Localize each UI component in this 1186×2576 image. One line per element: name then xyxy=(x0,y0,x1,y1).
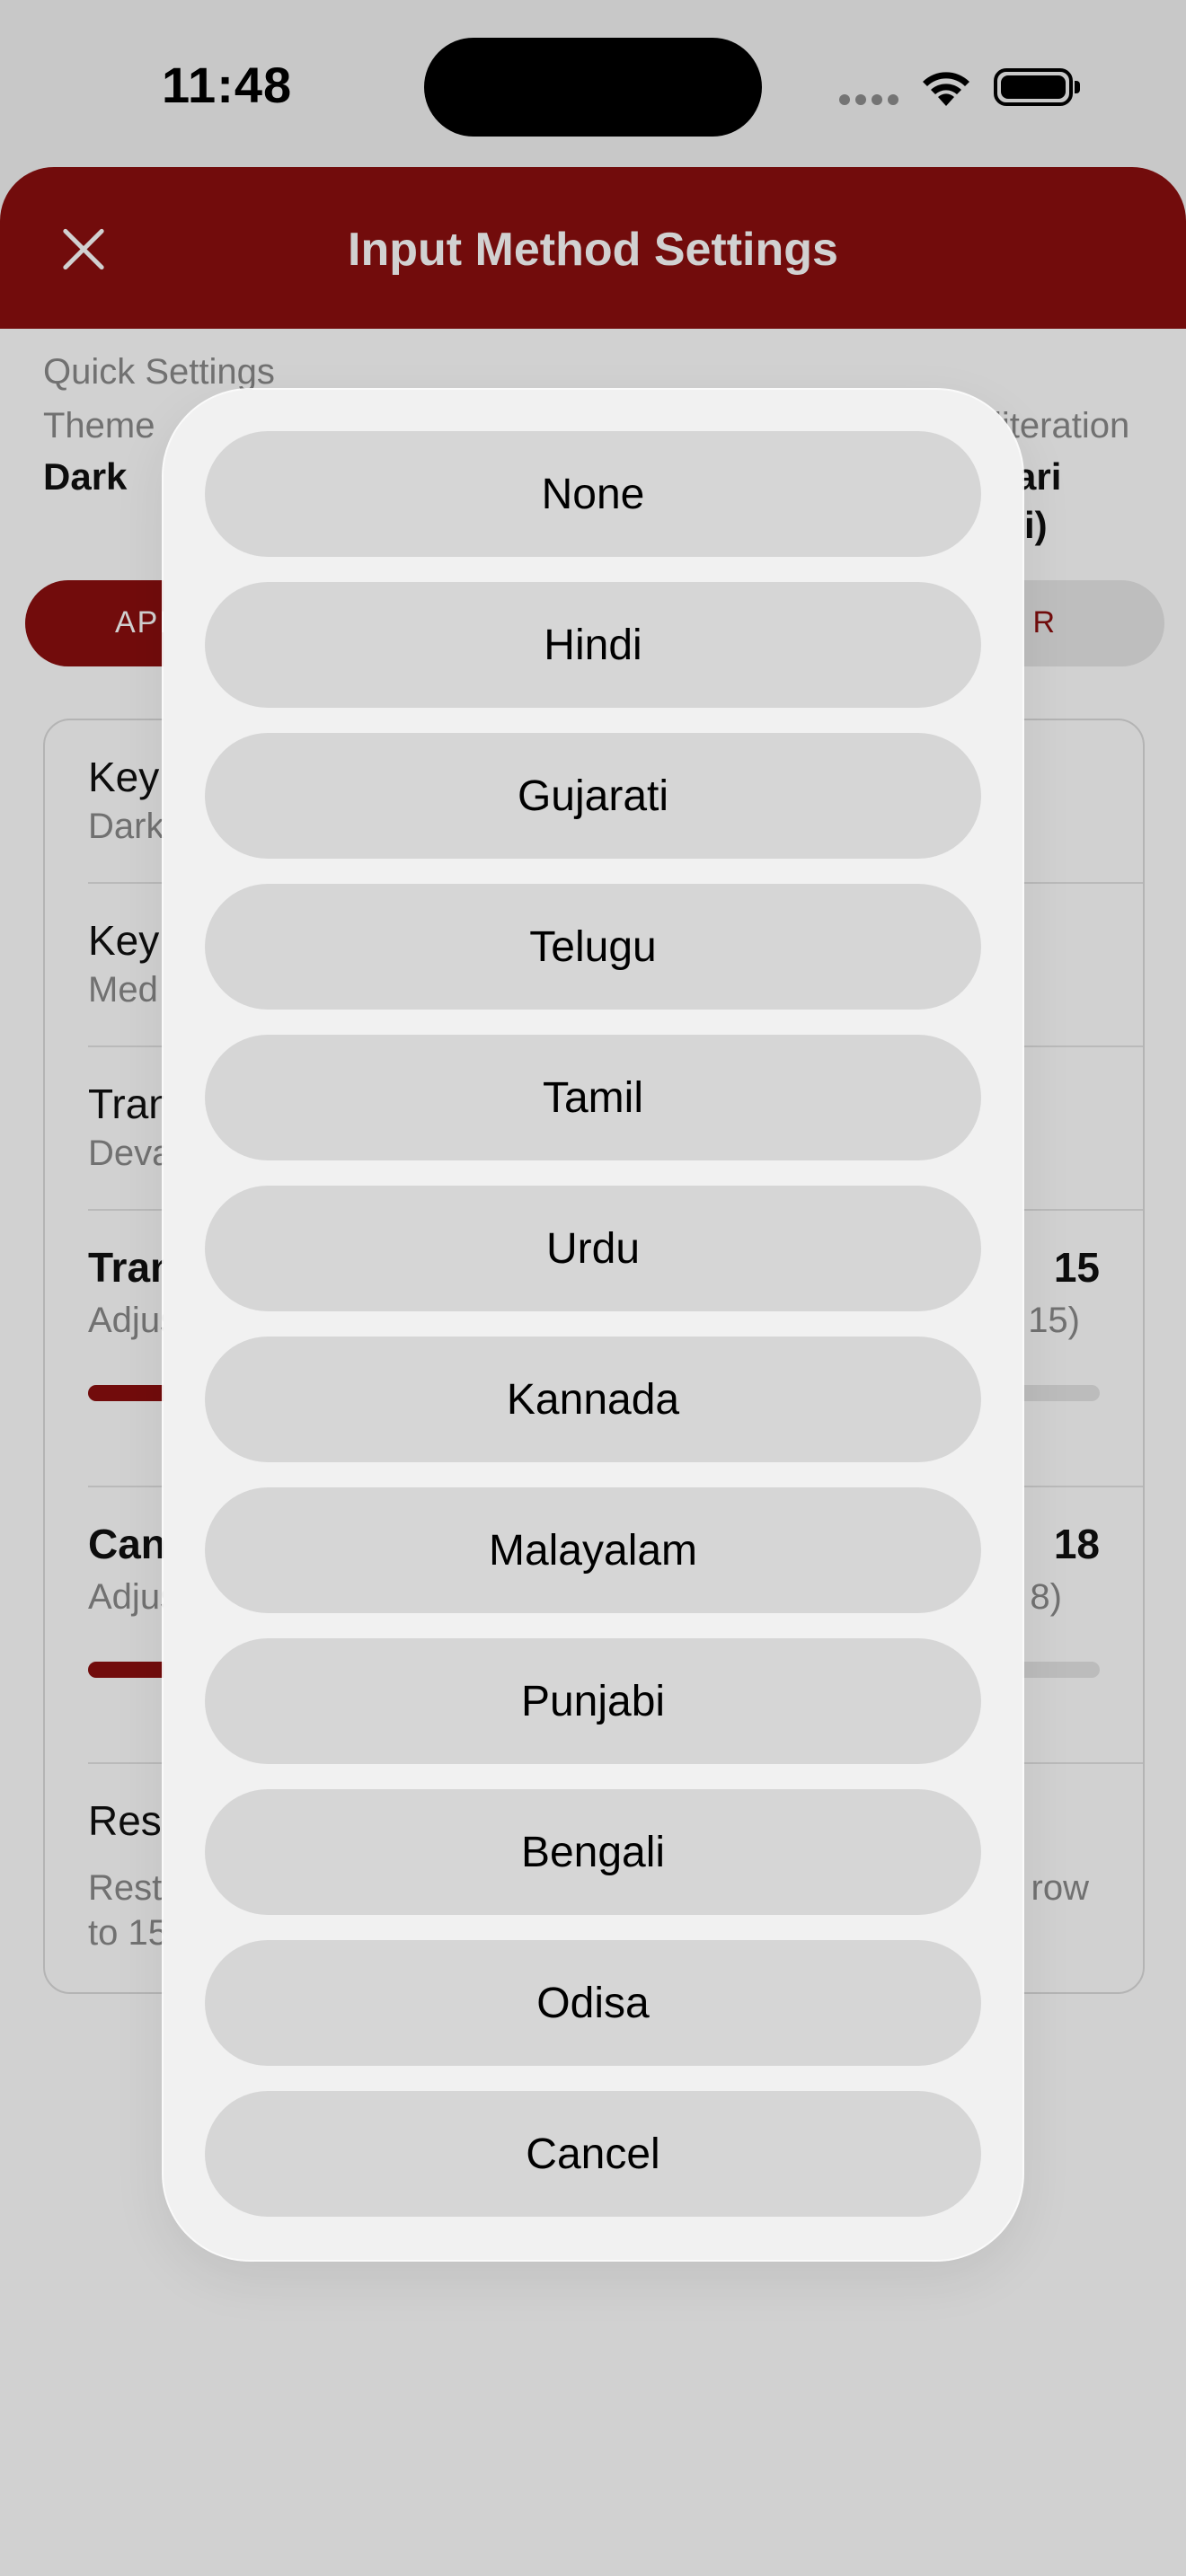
option-urdu[interactable]: Urdu xyxy=(205,1186,981,1311)
option-odisa[interactable]: Odisa xyxy=(205,1940,981,2066)
option-kannada[interactable]: Kannada xyxy=(205,1337,981,1462)
option-telugu[interactable]: Telugu xyxy=(205,884,981,1010)
option-tamil[interactable]: Tamil xyxy=(205,1035,981,1160)
option-hindi[interactable]: Hindi xyxy=(205,582,981,708)
option-gujarati[interactable]: Gujarati xyxy=(205,733,981,859)
option-punjabi[interactable]: Punjabi xyxy=(205,1638,981,1764)
option-bengali[interactable]: Bengali xyxy=(205,1789,981,1915)
cancel-button[interactable]: Cancel xyxy=(205,2091,981,2217)
option-malayalam[interactable]: Malayalam xyxy=(205,1487,981,1613)
language-action-sheet: None Hindi Gujarati Telugu Tamil Urdu Ka… xyxy=(164,390,1022,2260)
option-none[interactable]: None xyxy=(205,431,981,557)
